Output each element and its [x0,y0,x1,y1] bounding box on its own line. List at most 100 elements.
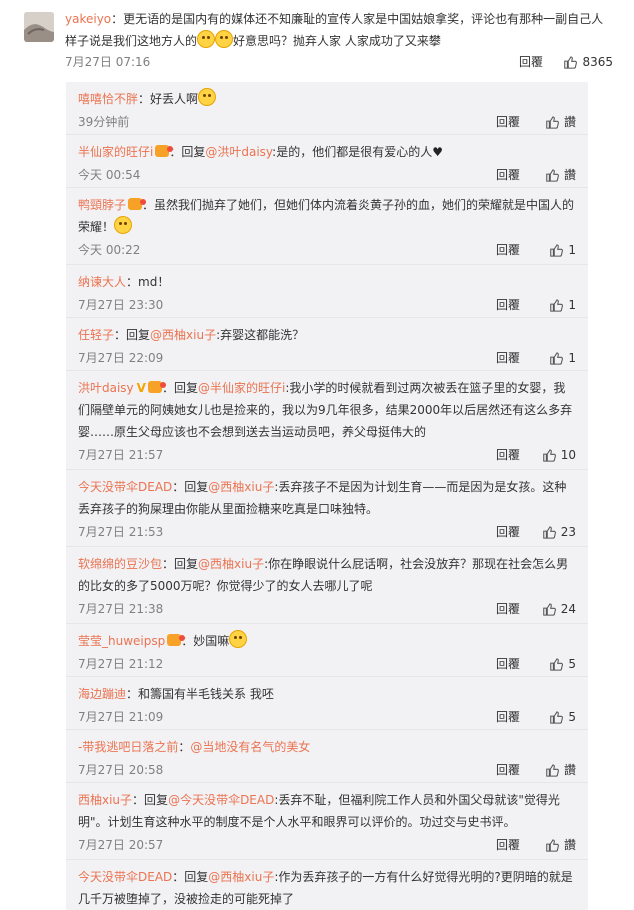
mention-link[interactable]: @西柚xiu子 [198,557,264,571]
reply-user[interactable]: -带我逃吧日落之前 [78,740,178,754]
reply-text: 软绵绵的豆沙包：回复@西柚xiu子:你在睁眼说什么屁话啊，社会没放弃？那现在社会… [78,547,576,597]
reply-button[interactable]: 回覆 [496,295,520,315]
like-button[interactable]: 8365 [563,52,613,72]
fan-badge-icon [155,145,174,157]
list-item: 半仙家的旺仔i ：回复@洪叶daisy:是的，他们都是很有爱心的人♥ 今天 00:… [66,134,588,187]
thumb-up-icon [542,603,556,616]
reply-time: 7月27日 21:12 [78,657,164,671]
mention-link[interactable]: @洪叶daisy [205,145,272,159]
list-item: -带我逃吧日落之前：@当地没有名气的美女 7月27日 20:58 回覆 讚 [66,729,588,782]
reply-text: 洪叶daisy V ：回复@半仙家的旺仔i:我小学的时候就看到过两次被丢在篮子里的女… [78,371,576,443]
reply-user[interactable]: 半仙家的旺仔i [78,145,153,159]
reply-user[interactable]: 今天没带伞DEAD [78,870,172,884]
smiley-icon [114,216,133,234]
reply-time: 7月27日 20:57 [78,838,164,852]
mention-link[interactable]: @半仙家的旺仔i [198,381,285,395]
reply-text: 嘻嘻恰不胖：好丢人啊 [78,82,576,110]
top-comment-body-2: 好意思吗？抛弃人家 人家成功了又来攀 [233,34,441,48]
reply-body: ：md！ [126,275,170,289]
reply-button[interactable]: 回覆 [496,445,520,465]
mention-link[interactable]: @西柚xiu子 [208,480,274,494]
reply-meta: 7月27日 22:09 回覆 1 [78,348,576,368]
like-button[interactable]: 5 [549,707,576,727]
top-comment: yakeiyo：更无语的是国内有的媒体还不知廉耻的宣传人家是中国姑娘拿奖，评论也… [24,0,634,82]
reply-time: 39分钟前 [78,115,130,129]
like-count: 讚 [563,115,576,129]
reply-user[interactable]: 今天没带伞DEAD [78,480,172,494]
top-comment-colon: ： [111,12,124,26]
mention-link[interactable]: @西柚xiu子 [150,328,216,342]
thumb-up-icon [550,711,564,724]
reply-user[interactable]: 洪叶daisy [78,381,134,395]
like-count: 10 [560,448,576,462]
like-count: 8365 [582,55,613,69]
reply-user[interactable]: 西柚xiu子 [78,793,132,807]
thumb-up-icon [542,526,556,539]
reply-user[interactable]: 海边蹦迪 [78,687,126,701]
thumb-up-icon [564,56,578,69]
reply-user[interactable]: 鸭頸脖子 [78,198,126,212]
reply-time: 今天 00:54 [78,168,141,182]
thumb-up-icon [550,244,564,257]
reply-button[interactable]: 回覆 [519,52,543,72]
mention-link[interactable]: @西柚xiu子 [208,870,274,884]
fan-badge-icon [167,634,186,646]
like-button[interactable]: 讚 [545,112,576,132]
reply-button[interactable]: 回覆 [496,835,520,855]
reply-button[interactable]: 回覆 [496,760,520,780]
reply-meta: 7月27日 23:30 回覆 1 [78,295,576,315]
reply-button[interactable]: 回覆 [496,165,520,185]
reply-time: 7月27日 21:57 [78,448,164,462]
reply-prefix: ： [178,740,191,754]
list-item: 今天没带伞DEAD：回复@西柚xiu子:作为丢弃孩子的一方有什么好觉得光明的?更… [66,859,588,910]
reply-button[interactable]: 回覆 [496,599,520,619]
like-button[interactable]: 1 [549,295,576,315]
like-button[interactable]: 1 [549,240,576,260]
like-button[interactable]: 讚 [545,165,576,185]
mention-link[interactable]: @今天没带伞DEAD [168,793,274,807]
top-comment-user[interactable]: yakeiyo [65,12,111,26]
top-comment-time: 7月27日 07:16 [65,55,151,69]
reply-button[interactable]: 回覆 [496,707,520,727]
avatar[interactable] [24,12,54,42]
fan-badge-icon [128,198,147,210]
fan-badge-icon [147,381,166,393]
like-button[interactable]: 23 [542,522,576,542]
reply-user[interactable]: 任轻子 [78,328,114,342]
reply-time: 7月27日 21:53 [78,525,164,539]
reply-prefix: ：回复 [161,381,198,395]
reply-meta: 今天 00:22 回覆 1 [78,240,576,260]
like-button[interactable]: 24 [542,599,576,619]
reply-user[interactable]: 嘻嘻恰不胖 [78,92,138,106]
reply-button[interactable]: 回覆 [496,112,520,132]
reply-meta: 今天 00:54 回覆 讚 [78,165,576,185]
reply-button[interactable]: 回覆 [496,522,520,542]
list-item: 西柚xiu子：回复@今天没带伞DEAD:丢弃不耻，但福利院工作人员和外国父母就该… [66,782,588,859]
like-button[interactable]: 讚 [545,760,576,780]
reply-meta: 39分钟前 回覆 讚 [78,112,576,132]
list-item: 莹莹_huweipsp ：妙国嘛 7月27日 21:12 回覆 5 [66,623,588,676]
like-count: 24 [560,602,576,616]
reply-body: ：和籌国有半毛钱关系 我呸 [126,687,274,701]
like-button[interactable]: 10 [542,445,576,465]
reply-text: 任轻子：回复@西柚xiu子:弃婴这都能洗？ [78,318,576,346]
reply-body: :弃婴这都能洗？ [216,328,305,342]
reply-user[interactable]: 纳谏大人 [78,275,126,289]
reply-user[interactable]: 软绵绵的豆沙包 [78,557,162,571]
list-item: 嘻嘻恰不胖：好丢人啊 39分钟前 回覆 讚 [66,82,588,134]
like-count: 1 [568,243,576,257]
reply-prefix: ：回复 [169,145,206,159]
top-comment-meta: 7月27日 07:16 回覆 8365 [65,52,613,72]
smiley-icon [197,30,216,48]
thumb-up-icon [550,658,564,671]
reply-button[interactable]: 回覆 [496,654,520,674]
reply-button[interactable]: 回覆 [496,240,520,260]
reply-user[interactable]: 莹莹_huweipsp [78,634,165,648]
like-button[interactable]: 5 [549,654,576,674]
mention-link[interactable]: @当地没有名气的美女 [190,740,310,754]
like-button[interactable]: 讚 [545,835,576,855]
thumb-up-icon [550,352,564,365]
like-button[interactable]: 1 [549,348,576,368]
smiley-icon [198,88,217,106]
reply-button[interactable]: 回覆 [496,348,520,368]
